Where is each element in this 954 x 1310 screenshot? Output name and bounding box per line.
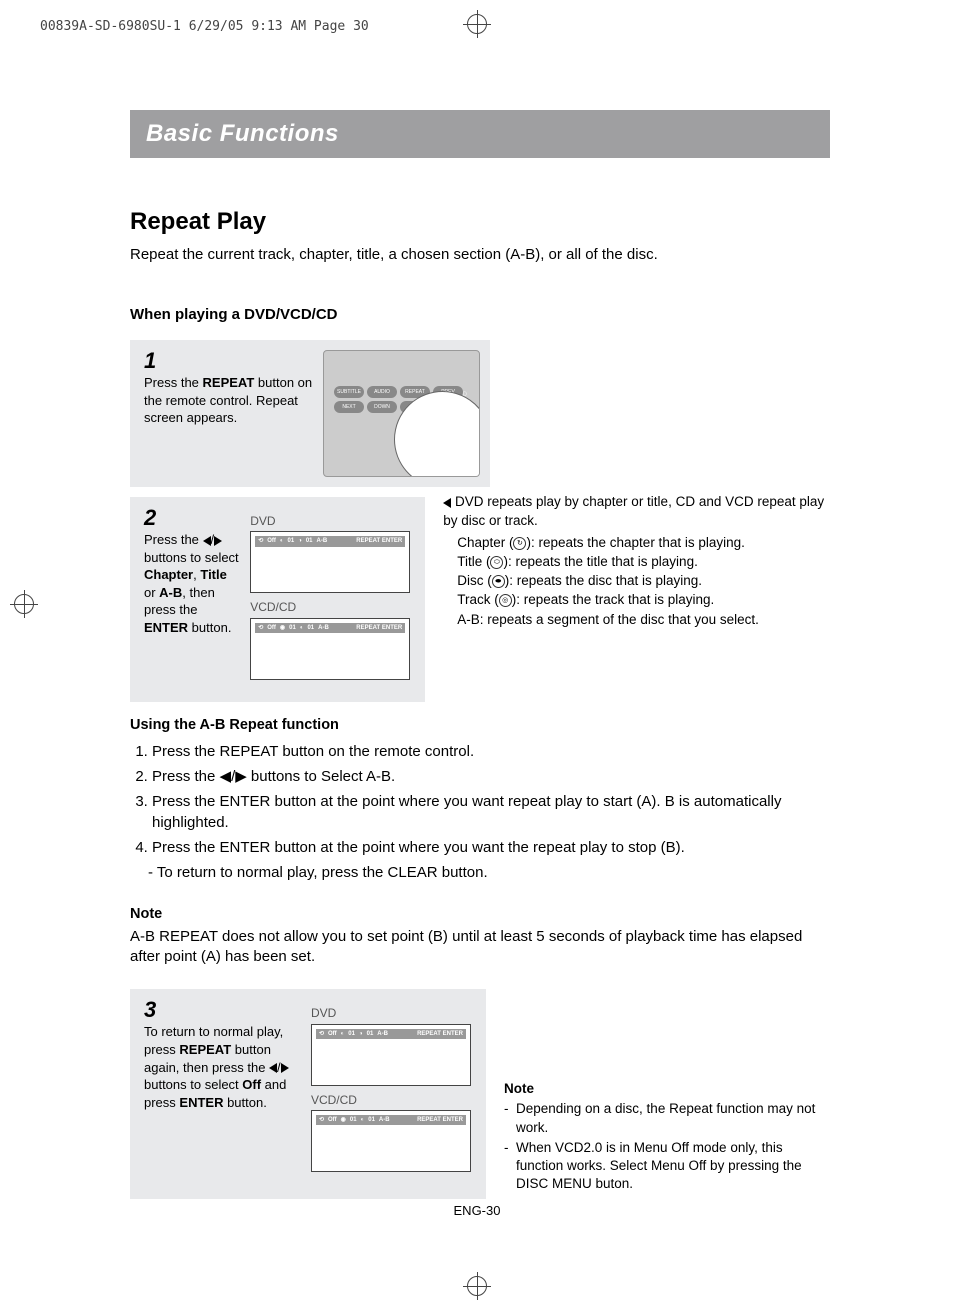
osd-screen: ⟲Off ◐01 ◑01 A-B REPEAT ENTER [250, 531, 410, 593]
crop-mark-icon [463, 10, 491, 38]
osd-screen: ⟲Off ◐01 ◑01 A-B REPEAT ENTER [311, 1024, 471, 1086]
repeat-modes-explain: DVD repeats play by chapter or title, CD… [443, 487, 830, 630]
intro-text: Repeat the current track, chapter, title… [130, 245, 830, 265]
chapter-icon: ↻ [513, 537, 526, 550]
subheading: When playing a DVD/VCD/CD [130, 305, 830, 325]
disc-icon: ⬬ [492, 575, 505, 588]
bottom-note: Note Depending on a disc, the Repeat fun… [504, 1080, 830, 1199]
right-arrow-icon [214, 536, 222, 546]
step-1: 1 Press the REPEAT button on the remote … [130, 340, 490, 487]
step-number: 2 [144, 507, 240, 529]
list-item: Depending on a disc, the Repeat function… [504, 1100, 830, 1136]
left-arrow-icon [443, 498, 451, 508]
crop-mark-icon [463, 1272, 491, 1300]
list-item: Press the ENTER button at the point wher… [152, 838, 830, 858]
list-item: Press the REPEAT button on the remote co… [152, 742, 830, 762]
ab-steps: Press the REPEAT button on the remote co… [130, 742, 830, 858]
osd-label: DVD [311, 1005, 476, 1021]
page-number: ENG-30 [454, 1202, 501, 1220]
step-number: 3 [144, 999, 301, 1021]
track-icon: ◎ [499, 594, 512, 607]
ab-heading: Using the A-B Repeat function [130, 716, 830, 736]
osd-screen: ⟲Off ◉01 ◐01 A-B REPEAT ENTER [250, 618, 410, 680]
ab-subnote: - To return to normal play, press the CL… [148, 863, 830, 883]
remote-illustration: SACD/CD DVD/CARD SUBTITLE AUDIO REPEAT P… [323, 350, 480, 477]
left-arrow-icon [269, 1063, 277, 1073]
osd-label: VCD/CD [250, 599, 415, 615]
right-arrow-icon [281, 1063, 289, 1073]
step-number: 1 [144, 350, 313, 372]
step-text: Press the / buttons to select Chapter, T… [144, 531, 240, 636]
title-icon: ⬭ [490, 556, 503, 569]
step-text: Press the REPEAT button on the remote co… [144, 374, 313, 427]
note-text: A-B REPEAT does not allow you to set poi… [130, 927, 830, 968]
note-heading: Note [130, 905, 830, 925]
list-item: Press the ENTER button at the point wher… [152, 792, 830, 833]
left-arrow-icon [203, 536, 211, 546]
osd-label: VCD/CD [311, 1092, 476, 1108]
section-banner: Basic Functions [130, 110, 830, 158]
step-text: To return to normal play, press REPEAT b… [144, 1023, 301, 1111]
step-2: 2 Press the / buttons to select Chapter,… [130, 497, 425, 702]
crop-mark-icon [10, 590, 38, 618]
note-heading: Note [504, 1080, 830, 1098]
osd-screen: ⟲Off ◉01 ◐01 A-B REPEAT ENTER [311, 1110, 471, 1172]
step-3: 3 To return to normal play, press REPEAT… [130, 989, 486, 1199]
page-title: Repeat Play [130, 206, 830, 238]
print-header: 00839A-SD-6980SU-1 6/29/05 9:13 AM Page … [40, 18, 369, 36]
list-item: When VCD2.0 is in Menu Off mode only, th… [504, 1139, 830, 1194]
list-item: Press the ◀/▶ buttons to Select A-B. [152, 767, 830, 787]
osd-label: DVD [250, 513, 415, 529]
